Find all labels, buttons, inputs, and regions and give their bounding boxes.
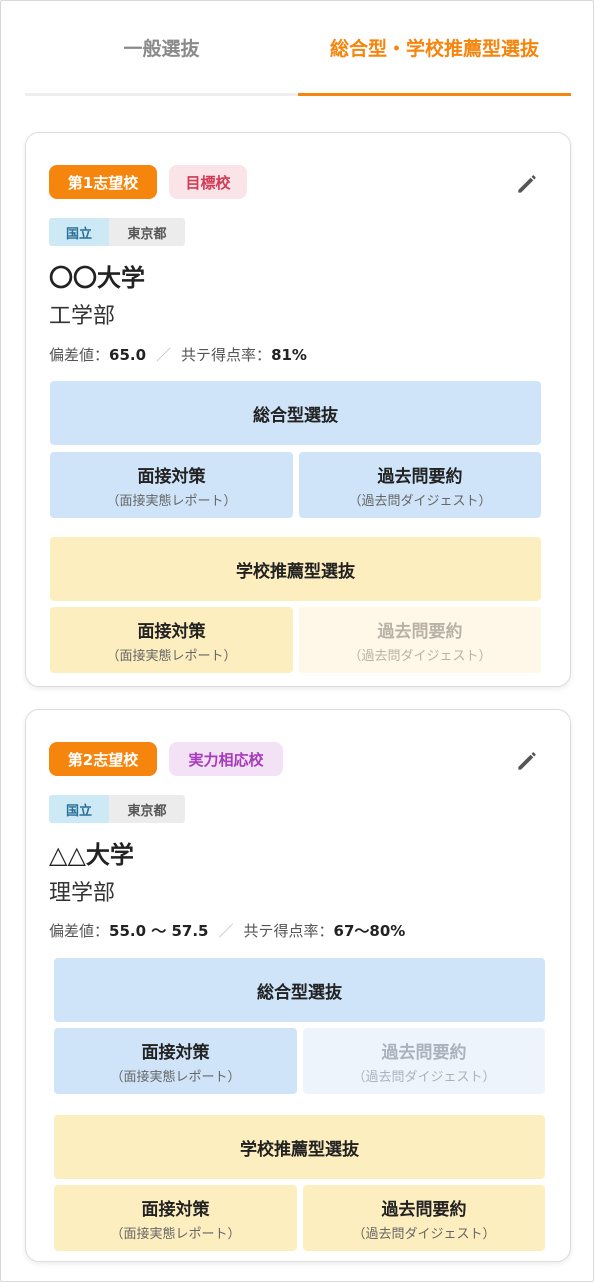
deviation-value: 55.0 〜 57.5 (109, 922, 209, 940)
comprehensive-past-exam-button: 過去問要約 （過去問ダイジェスト） (303, 1028, 545, 1094)
separator: ／ (156, 346, 172, 364)
recommendation-selection-header: 学校推薦型選抜 (54, 1115, 545, 1179)
button-title: 面接対策 (141, 1199, 210, 1220)
university-card: 第2志望校 実力相応校 国立 東京都 △△大学 理学部 偏差値：55.0 〜 5… (25, 709, 571, 1262)
button-subtitle: （面接実態レポート） (110, 1069, 241, 1085)
tab-general-selection[interactable]: 一般選抜 (25, 1, 298, 93)
tag-row: 国立 東京都 (49, 218, 185, 246)
faculty-name: 理学部 (49, 881, 116, 906)
university-card: 第1志望校 目標校 国立 東京都 〇〇大学 工学部 偏差値：65.0 ／ 共テ得点率… (25, 132, 571, 687)
app-screen: 一般選抜 総合型・学校推薦型選抜 第1志望校 目標校 国立 東京都 〇〇大学 工… (0, 0, 594, 1282)
university-name: 〇〇大学 (49, 264, 145, 292)
recommendation-selection-header: 学校推薦型選抜 (50, 537, 541, 601)
button-subtitle: （面接実態レポート） (106, 493, 237, 509)
edit-button[interactable] (514, 748, 540, 774)
selection-tabs: 一般選抜 総合型・学校推薦型選抜 (25, 1, 571, 97)
common-test-value: 67〜80% (333, 922, 406, 940)
prefecture-tag: 東京都 (109, 218, 185, 246)
choice-rank-badge: 第2志望校 (49, 742, 157, 776)
button-title: 過去問要約 (377, 466, 463, 487)
button-subtitle: （過去問ダイジェスト） (348, 648, 492, 664)
recommendation-past-exam-button: 過去問要約 （過去問ダイジェスト） (299, 607, 541, 673)
recommendation-past-exam-button[interactable]: 過去問要約 （過去問ダイジェスト） (303, 1185, 545, 1251)
button-title: 過去問要約 (377, 621, 463, 642)
comprehensive-selection-header: 総合型選抜 (50, 381, 541, 445)
button-title: 面接対策 (137, 466, 206, 487)
separator: ／ (218, 922, 234, 940)
button-subtitle: （過去問ダイジェスト） (352, 1069, 496, 1085)
comprehensive-interview-button[interactable]: 面接対策 （面接実態レポート） (54, 1028, 297, 1094)
institution-type-tag: 国立 (49, 218, 109, 246)
edit-button[interactable] (514, 171, 540, 197)
button-subtitle: （面接実態レポート） (110, 1226, 241, 1242)
recommendation-interview-button[interactable]: 面接対策 （面接実態レポート） (50, 607, 293, 673)
institution-type-tag: 国立 (49, 795, 109, 823)
pencil-icon (518, 752, 536, 770)
category-badge: 目標校 (169, 165, 247, 199)
faculty-name: 工学部 (49, 304, 116, 329)
common-test-label: 共テ得点率： (243, 922, 334, 940)
button-subtitle: （過去問ダイジェスト） (348, 493, 492, 509)
comprehensive-selection-header: 総合型選抜 (54, 958, 545, 1022)
score-summary: 偏差値：55.0 〜 57.5 ／ 共テ得点率：67〜80% (49, 920, 405, 941)
pencil-icon (518, 175, 536, 193)
common-test-label: 共テ得点率： (181, 346, 272, 364)
recommendation-interview-button[interactable]: 面接対策 （面接実態レポート） (54, 1185, 297, 1251)
button-subtitle: （過去問ダイジェスト） (352, 1226, 496, 1242)
tag-row: 国立 東京都 (49, 795, 185, 823)
category-badge: 実力相応校 (169, 742, 283, 776)
button-title: 過去問要約 (381, 1042, 467, 1063)
choice-rank-badge: 第1志望校 (49, 165, 157, 199)
button-title: 過去問要約 (381, 1199, 467, 1220)
active-tab-indicator (298, 93, 571, 96)
deviation-value: 65.0 (109, 346, 147, 364)
common-test-value: 81% (271, 346, 307, 364)
comprehensive-interview-button[interactable]: 面接対策 （面接実態レポート） (50, 452, 293, 518)
deviation-label: 偏差値： (49, 922, 110, 940)
comprehensive-past-exam-button[interactable]: 過去問要約 （過去問ダイジェスト） (299, 452, 541, 518)
score-summary: 偏差値：65.0 ／ 共テ得点率：81% (49, 344, 307, 365)
button-title: 面接対策 (141, 1042, 210, 1063)
prefecture-tag: 東京都 (109, 795, 185, 823)
button-title: 面接対策 (137, 621, 206, 642)
deviation-label: 偏差値： (49, 346, 110, 364)
university-name: △△大学 (49, 841, 134, 869)
button-subtitle: （面接実態レポート） (106, 648, 237, 664)
tab-comprehensive-recommendation-selection[interactable]: 総合型・学校推薦型選抜 (298, 1, 571, 93)
